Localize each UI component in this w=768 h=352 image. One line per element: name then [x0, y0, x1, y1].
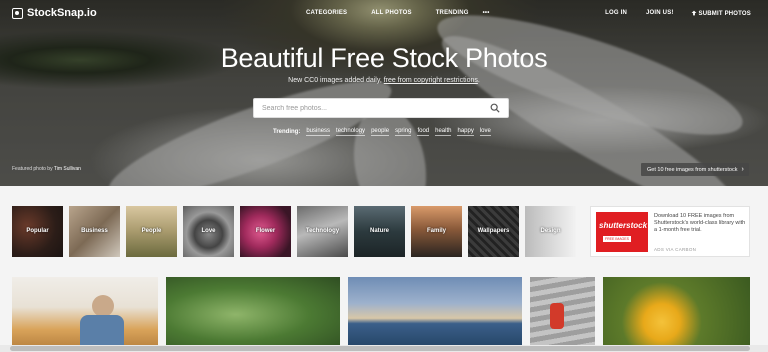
trending-tag[interactable]: health [435, 128, 452, 136]
brand-name: StockSnap.io [27, 7, 97, 19]
category-tile-technology[interactable]: Technology [297, 206, 348, 257]
featured-prefix: Featured photo by [12, 166, 54, 172]
shutterstock-logo[interactable]: shutterstock FREE IMAGES [596, 212, 648, 252]
camera-icon [12, 7, 23, 19]
scrollbar-thumb[interactable] [10, 346, 750, 351]
copyright-link[interactable]: free from copyright restrictions [384, 77, 478, 84]
trending-tag[interactable]: happy [457, 128, 474, 136]
category-label: Technology [305, 228, 340, 234]
carbon-ad[interactable]: shutterstock FREE IMAGES Download 10 FRE… [590, 206, 750, 257]
chevron-right-icon: › [741, 166, 744, 173]
category-label: Family [426, 228, 446, 234]
category-label: People [141, 228, 162, 234]
log-in-link[interactable]: LOG IN [605, 10, 627, 17]
category-label: Nature [369, 228, 389, 234]
ad-text[interactable]: Download 10 FREE images from Shutterstoc… [654, 213, 746, 234]
hero-banner: StockSnap.io CATEGORIES ALL PHOTOS TREND… [0, 0, 768, 186]
top-navigation: StockSnap.io CATEGORIES ALL PHOTOS TREND… [0, 0, 768, 28]
photo-thumbnail[interactable] [166, 277, 340, 352]
category-label: Flower [255, 228, 276, 234]
photo-subject [92, 295, 114, 317]
category-label: Love [201, 228, 216, 234]
category-tile-family[interactable]: Family [411, 206, 462, 257]
category-label: Wallpapers [477, 228, 510, 234]
join-us-link[interactable]: JOIN US! [646, 10, 674, 17]
category-tile-nature[interactable]: Nature [354, 206, 405, 257]
main-nav: CATEGORIES ALL PHOTOS TRENDING ••• [306, 10, 490, 16]
ads-via-carbon-link[interactable]: ADS VIA CARBON [654, 247, 696, 252]
category-tile-flower[interactable]: Flower [240, 206, 291, 257]
brand-logo[interactable]: StockSnap.io [12, 7, 97, 19]
search-bar [253, 98, 509, 118]
nav-all-photos[interactable]: ALL PHOTOS [371, 10, 411, 16]
category-tile-wallpapers[interactable]: Wallpapers [468, 206, 519, 257]
trending-tag[interactable]: people [371, 128, 390, 136]
account-nav: LOG IN JOIN US! SUBMIT PHOTOS [605, 10, 751, 17]
submit-photos-link[interactable]: SUBMIT PHOTOS [691, 10, 751, 17]
nav-categories[interactable]: CATEGORIES [306, 10, 347, 16]
photo-subject [550, 303, 564, 329]
featured-photo-credit: Featured photo by Tim Sullivan [12, 166, 81, 172]
shutterstock-promo-button[interactable]: Get 10 free images from shutterstock › [641, 163, 749, 176]
photo-thumbnail[interactable] [530, 277, 595, 352]
hero-subtitle-end: . [477, 77, 480, 84]
category-label: Design [540, 228, 561, 234]
trending-tag[interactable]: technology [336, 128, 366, 136]
promo-button-label: Get 10 free images from shutterstock [647, 166, 738, 173]
search-icon[interactable] [490, 103, 500, 113]
trending-label: Trending: [273, 129, 301, 135]
search-input[interactable] [254, 99, 484, 117]
trending-tag[interactable]: spring [395, 128, 412, 136]
trending-tags: Trending: business technology people spr… [273, 128, 491, 136]
trending-tag[interactable]: love [479, 128, 491, 136]
photo-thumbnail[interactable] [12, 277, 158, 352]
photo-thumbnail[interactable] [603, 277, 750, 352]
category-label: Popular [26, 228, 49, 234]
category-tile-business[interactable]: Business [69, 206, 120, 257]
submit-photos-label: SUBMIT PHOTOS [698, 11, 751, 17]
category-tiles: Popular Business People Love Flower Tech… [12, 206, 576, 257]
hero-subtitle-text: New CC0 images added daily, [288, 77, 384, 84]
category-tile-design[interactable]: Design [525, 206, 576, 257]
category-tile-popular[interactable]: Popular [12, 206, 63, 257]
trending-tag[interactable]: business [306, 128, 331, 136]
ad-logo-text: shutterstock [599, 221, 648, 230]
ad-logo-subtext: FREE IMAGES [603, 236, 631, 242]
upload-icon [691, 10, 697, 16]
horizontal-scrollbar[interactable] [0, 345, 768, 352]
hero-title: Beautiful Free Stock Photos [220, 43, 548, 73]
more-menu-icon[interactable]: ••• [483, 10, 490, 16]
featured-author-link[interactable]: Tim Sullivan [54, 166, 81, 172]
hero-subtitle: New CC0 images added daily, free from co… [0, 77, 768, 84]
category-label: Business [81, 228, 108, 234]
nav-trending[interactable]: TRENDING [436, 10, 469, 16]
photo-thumbnail[interactable] [348, 277, 522, 352]
trending-tag[interactable]: food [417, 128, 430, 136]
category-tile-people[interactable]: People [126, 206, 177, 257]
category-tile-love[interactable]: Love [183, 206, 234, 257]
